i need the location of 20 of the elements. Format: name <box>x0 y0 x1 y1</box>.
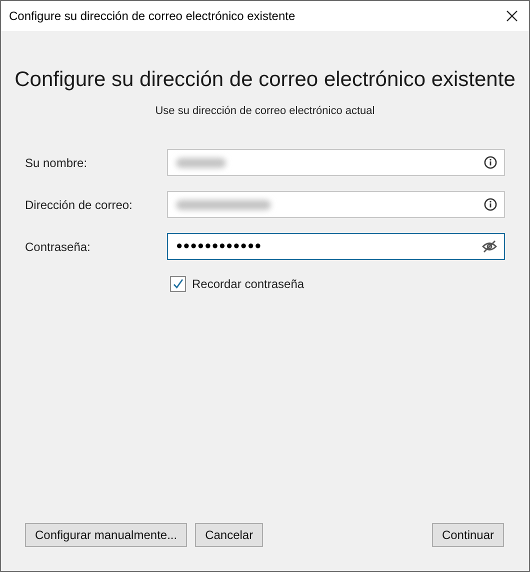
input-field[interactable] <box>167 191 505 218</box>
remember-checkbox[interactable] <box>170 276 186 292</box>
input-field[interactable] <box>167 149 505 176</box>
dialog-button[interactable]: Configurar manualmente... <box>25 523 188 547</box>
eye-slash-icon[interactable] <box>482 240 497 253</box>
info-icon[interactable] <box>484 198 497 211</box>
field-label: Contraseña: <box>25 238 92 256</box>
dialog-button[interactable]: Cancelar <box>195 523 264 547</box>
blurred-value <box>176 158 226 168</box>
field-label: Su nombre: <box>25 154 88 172</box>
dialog-heading: Configure su dirección de correo electrónico existente <box>14 67 516 93</box>
info-icon[interactable] <box>484 156 497 169</box>
field-label: Dirección de correo: <box>25 196 134 214</box>
password-dots: ●●●●●●●●●●●● <box>176 239 262 254</box>
window-title: Configure su dirección de correo electrónico existente <box>9 8 296 25</box>
close-icon <box>506 10 518 22</box>
remember-label: Recordar contraseña <box>192 276 304 293</box>
password-field[interactable]: ●●●●●●●●●●●● <box>167 233 505 260</box>
dialog-button[interactable]: Continuar <box>432 523 504 547</box>
dialog-subheading: Use su dirección de correo electrónico actual <box>155 104 375 118</box>
